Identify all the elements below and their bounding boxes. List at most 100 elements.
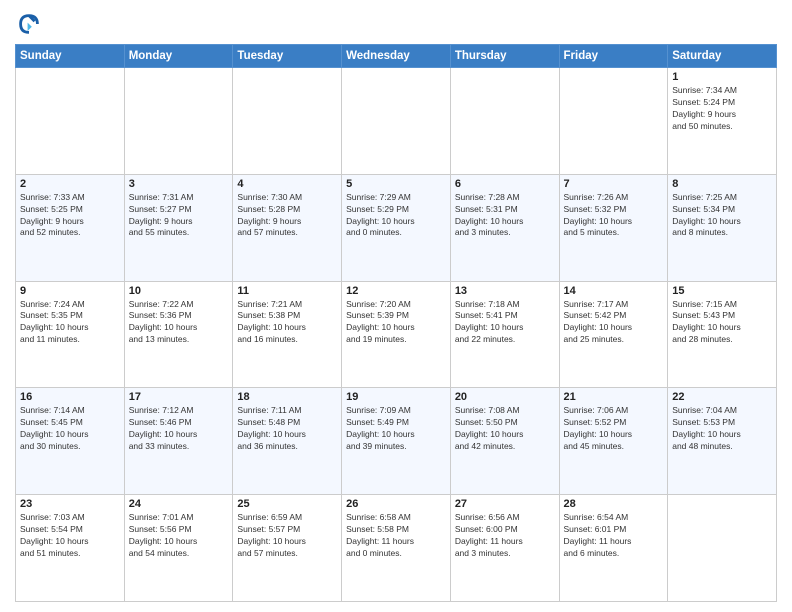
day-number: 14 <box>564 285 664 297</box>
day-cell: 26 Sunrise: 6:58 AM Sunset: 5:58 PM Dayli… <box>342 495 451 602</box>
day-info: Sunrise: 7:31 AM Sunset: 5:27 PM Dayligh… <box>129 192 229 240</box>
day-info: Sunrise: 7:21 AM Sunset: 5:38 PM Dayligh… <box>237 299 337 347</box>
day-cell: 5 Sunrise: 7:29 AM Sunset: 5:29 PM Daylig… <box>342 174 451 281</box>
day-info: Sunrise: 7:17 AM Sunset: 5:42 PM Dayligh… <box>564 299 664 347</box>
weekday-saturday: Saturday <box>668 45 777 68</box>
day-cell: 23 Sunrise: 7:03 AM Sunset: 5:54 PM Dayli… <box>16 495 125 602</box>
day-cell <box>233 68 342 175</box>
day-cell: 17Sunrise: 7:12 AM Sunset: 5:46 PM Dayli… <box>124 388 233 495</box>
day-info: Sunrise: 7:30 AM Sunset: 5:28 PM Dayligh… <box>237 192 337 240</box>
weekday-friday: Friday <box>559 45 668 68</box>
day-number: 19 <box>346 391 446 403</box>
day-info: Sunrise: 6:59 AM Sunset: 5:57 PM Dayligh… <box>237 512 337 560</box>
day-cell: 10Sunrise: 7:22 AM Sunset: 5:36 PM Dayli… <box>124 281 233 388</box>
day-number: 26 <box>346 498 446 510</box>
day-number: 28 <box>564 498 664 510</box>
day-number: 11 <box>237 285 337 297</box>
week-row-2: 9 Sunrise: 7:24 AM Sunset: 5:35 PM Daylig… <box>16 281 777 388</box>
day-info: Sunrise: 7:03 AM Sunset: 5:54 PM Dayligh… <box>20 512 120 560</box>
header <box>15 10 777 38</box>
day-cell: 1 Sunrise: 7:34 AM Sunset: 5:24 PM Daylig… <box>668 68 777 175</box>
day-number: 7 <box>564 178 664 190</box>
day-info: Sunrise: 7:34 AM Sunset: 5:24 PM Dayligh… <box>672 85 772 133</box>
day-number: 6 <box>455 178 555 190</box>
day-info: Sunrise: 6:56 AM Sunset: 6:00 PM Dayligh… <box>455 512 555 560</box>
day-number: 16 <box>20 391 120 403</box>
day-cell: 7 Sunrise: 7:26 AM Sunset: 5:32 PM Daylig… <box>559 174 668 281</box>
day-number: 9 <box>20 285 120 297</box>
day-number: 27 <box>455 498 555 510</box>
weekday-wednesday: Wednesday <box>342 45 451 68</box>
day-number: 2 <box>20 178 120 190</box>
day-info: Sunrise: 7:09 AM Sunset: 5:49 PM Dayligh… <box>346 405 446 453</box>
day-info: Sunrise: 6:58 AM Sunset: 5:58 PM Dayligh… <box>346 512 446 560</box>
day-info: Sunrise: 7:29 AM Sunset: 5:29 PM Dayligh… <box>346 192 446 240</box>
day-info: Sunrise: 7:25 AM Sunset: 5:34 PM Dayligh… <box>672 192 772 240</box>
calendar-table: SundayMondayTuesdayWednesdayThursdayFrid… <box>15 44 777 602</box>
day-info: Sunrise: 7:24 AM Sunset: 5:35 PM Dayligh… <box>20 299 120 347</box>
day-cell: 25 Sunrise: 6:59 AM Sunset: 5:57 PM Dayli… <box>233 495 342 602</box>
day-number: 3 <box>129 178 229 190</box>
day-cell <box>668 495 777 602</box>
day-info: Sunrise: 7:01 AM Sunset: 5:56 PM Dayligh… <box>129 512 229 560</box>
day-cell: 19 Sunrise: 7:09 AM Sunset: 5:49 PM Dayli… <box>342 388 451 495</box>
day-info: Sunrise: 7:33 AM Sunset: 5:25 PM Dayligh… <box>20 192 120 240</box>
day-cell: 3 Sunrise: 7:31 AM Sunset: 5:27 PM Daylig… <box>124 174 233 281</box>
day-cell <box>559 68 668 175</box>
day-cell: 8 Sunrise: 7:25 AM Sunset: 5:34 PM Daylig… <box>668 174 777 281</box>
day-cell <box>124 68 233 175</box>
weekday-tuesday: Tuesday <box>233 45 342 68</box>
day-info: Sunrise: 7:12 AM Sunset: 5:46 PM Dayligh… <box>129 405 229 453</box>
day-number: 4 <box>237 178 337 190</box>
week-row-0: 1 Sunrise: 7:34 AM Sunset: 5:24 PM Daylig… <box>16 68 777 175</box>
day-number: 5 <box>346 178 446 190</box>
logo <box>15 10 47 38</box>
week-row-4: 23 Sunrise: 7:03 AM Sunset: 5:54 PM Dayli… <box>16 495 777 602</box>
day-info: Sunrise: 7:28 AM Sunset: 5:31 PM Dayligh… <box>455 192 555 240</box>
day-info: Sunrise: 7:08 AM Sunset: 5:50 PM Dayligh… <box>455 405 555 453</box>
calendar-header: SundayMondayTuesdayWednesdayThursdayFrid… <box>16 45 777 68</box>
day-cell: 27 Sunrise: 6:56 AM Sunset: 6:00 PM Dayli… <box>450 495 559 602</box>
day-number: 21 <box>564 391 664 403</box>
weekday-thursday: Thursday <box>450 45 559 68</box>
day-cell: 21Sunrise: 7:06 AM Sunset: 5:52 PM Dayli… <box>559 388 668 495</box>
day-number: 23 <box>20 498 120 510</box>
day-number: 8 <box>672 178 772 190</box>
day-cell: 6 Sunrise: 7:28 AM Sunset: 5:31 PM Daylig… <box>450 174 559 281</box>
day-info: Sunrise: 6:54 AM Sunset: 6:01 PM Dayligh… <box>564 512 664 560</box>
day-cell <box>450 68 559 175</box>
day-cell: 16 Sunrise: 7:14 AM Sunset: 5:45 PM Dayli… <box>16 388 125 495</box>
day-number: 25 <box>237 498 337 510</box>
weekday-row: SundayMondayTuesdayWednesdayThursdayFrid… <box>16 45 777 68</box>
day-number: 24 <box>129 498 229 510</box>
page: SundayMondayTuesdayWednesdayThursdayFrid… <box>0 0 792 612</box>
day-cell: 4 Sunrise: 7:30 AM Sunset: 5:28 PM Daylig… <box>233 174 342 281</box>
day-number: 18 <box>237 391 337 403</box>
weekday-sunday: Sunday <box>16 45 125 68</box>
day-number: 1 <box>672 71 772 83</box>
day-cell: 2 Sunrise: 7:33 AM Sunset: 5:25 PM Daylig… <box>16 174 125 281</box>
day-info: Sunrise: 7:14 AM Sunset: 5:45 PM Dayligh… <box>20 405 120 453</box>
day-info: Sunrise: 7:26 AM Sunset: 5:32 PM Dayligh… <box>564 192 664 240</box>
day-cell: 11 Sunrise: 7:21 AM Sunset: 5:38 PM Dayli… <box>233 281 342 388</box>
day-cell: 24 Sunrise: 7:01 AM Sunset: 5:56 PM Dayli… <box>124 495 233 602</box>
week-row-3: 16 Sunrise: 7:14 AM Sunset: 5:45 PM Dayli… <box>16 388 777 495</box>
day-cell: 12Sunrise: 7:20 AM Sunset: 5:39 PM Dayli… <box>342 281 451 388</box>
day-cell: 9 Sunrise: 7:24 AM Sunset: 5:35 PM Daylig… <box>16 281 125 388</box>
day-number: 20 <box>455 391 555 403</box>
day-number: 10 <box>129 285 229 297</box>
day-cell: 13Sunrise: 7:18 AM Sunset: 5:41 PM Dayli… <box>450 281 559 388</box>
logo-icon <box>15 10 43 38</box>
day-info: Sunrise: 7:18 AM Sunset: 5:41 PM Dayligh… <box>455 299 555 347</box>
calendar-body: 1 Sunrise: 7:34 AM Sunset: 5:24 PM Daylig… <box>16 68 777 602</box>
day-info: Sunrise: 7:11 AM Sunset: 5:48 PM Dayligh… <box>237 405 337 453</box>
day-cell: 28 Sunrise: 6:54 AM Sunset: 6:01 PM Dayli… <box>559 495 668 602</box>
weekday-monday: Monday <box>124 45 233 68</box>
week-row-1: 2 Sunrise: 7:33 AM Sunset: 5:25 PM Daylig… <box>16 174 777 281</box>
day-cell: 18 Sunrise: 7:11 AM Sunset: 5:48 PM Dayli… <box>233 388 342 495</box>
day-cell <box>342 68 451 175</box>
day-info: Sunrise: 7:15 AM Sunset: 5:43 PM Dayligh… <box>672 299 772 347</box>
day-cell: 15Sunrise: 7:15 AM Sunset: 5:43 PM Dayli… <box>668 281 777 388</box>
day-number: 12 <box>346 285 446 297</box>
day-cell <box>16 68 125 175</box>
